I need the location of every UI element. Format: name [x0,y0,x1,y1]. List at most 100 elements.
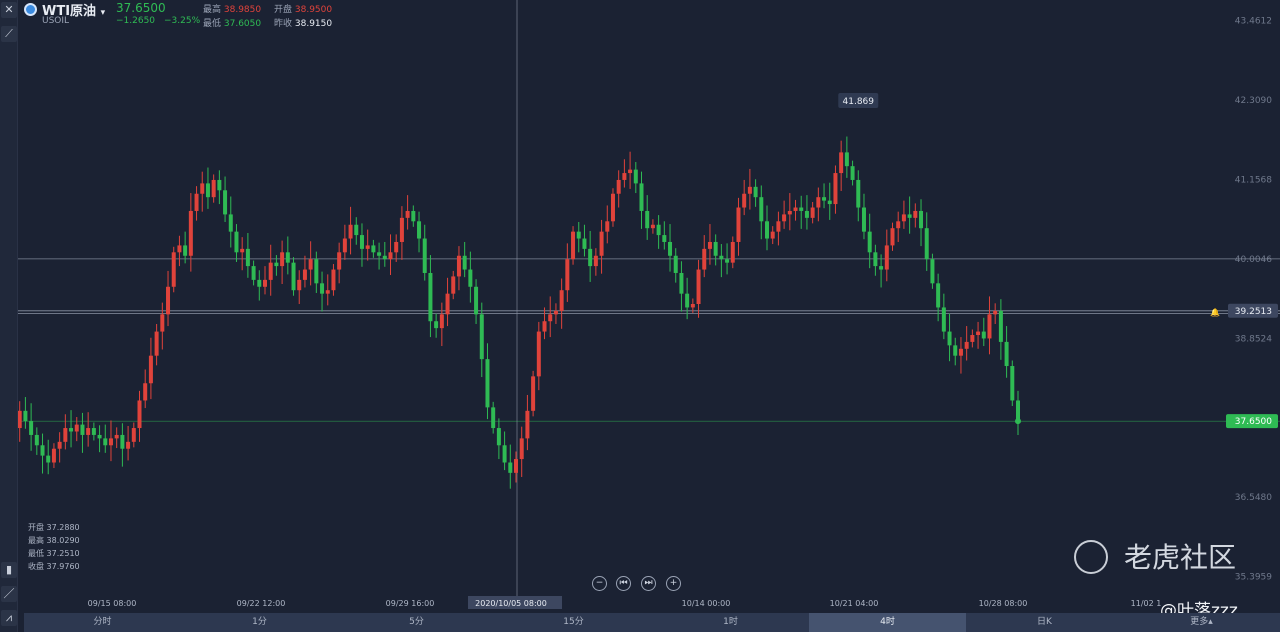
scroll-first-button[interactable]: ⏮ [616,576,631,591]
candle-body [650,224,655,229]
candle-body [759,197,764,222]
candle-body [822,197,827,201]
scroll-last-button[interactable]: ⏭ [641,576,656,591]
candle-body [382,255,387,260]
candle-body [531,376,536,411]
candle-body [120,434,125,449]
tab-timeframe[interactable]: 1分 [181,613,338,632]
candle-body [628,169,633,174]
candle-body [257,279,262,287]
candle-body [799,207,804,211]
candle-body [177,245,182,253]
candle-body [456,255,461,277]
candle-body [1010,366,1015,401]
candle-body [599,231,604,256]
candle-body [377,252,382,256]
candle-body [348,224,353,239]
dropdown-caret-icon[interactable]: ▾ [101,8,106,18]
candle-body [40,445,45,456]
candle-body [588,248,593,267]
pen-icon[interactable]: ／ [1,586,17,602]
candle-body [342,238,347,253]
close-icon[interactable]: ✕ [1,2,17,18]
indicator-icon[interactable]: ▮ [1,562,17,578]
candle-body [810,207,815,218]
candle-body [160,314,165,332]
tab-timeframe[interactable]: 分时 [24,613,181,632]
candle-body [553,310,558,315]
candle-body [958,348,963,356]
candle-body [251,266,256,280]
candle-body [713,241,718,256]
candle-body [970,335,975,342]
candle-body [913,210,918,218]
candle-body [108,438,113,446]
open-stat: 开盘 38.9500 [274,5,333,15]
candle-body [479,314,484,360]
candle-body [137,400,142,429]
candle-body [308,259,313,270]
candle-body [69,428,74,432]
candle-body [730,241,735,263]
candle-body [519,438,524,460]
zoom-out-button[interactable]: − [592,576,607,591]
candlestick-chart[interactable]: 43.4612 42.3090 41.1568 40.0046 38.8524 36.54… [0,0,1280,632]
candle-body [987,314,992,339]
candle-body [593,255,598,267]
candle-body [274,262,279,267]
candle-body [291,262,296,291]
candle-body [263,279,267,287]
candle-body [171,252,176,287]
candle-body [776,221,781,232]
candle-body [576,231,581,239]
watermark-brand: 老虎社区 [1124,541,1237,574]
y-tick-label: 36.5480 [1235,493,1272,503]
chart-type-icon[interactable]: ⩘ [1,610,17,626]
crosshair-x-label: 2020/10/05 08:00 [475,599,547,608]
tab-timeframe-more[interactable]: 更多▴ [1123,613,1280,632]
price-change: −1.2650 [116,16,156,26]
x-tick-label: 10/21 04:00 [830,599,879,608]
candle-body [839,152,844,174]
candle-body [725,259,730,263]
candle-body [114,434,119,439]
candle-body [422,238,427,273]
candle-body [302,269,307,280]
candle-body [126,441,131,449]
candle-body [964,341,969,349]
draw-line-icon[interactable]: ⟋ [1,26,17,42]
tab-timeframe[interactable]: 1时 [652,613,809,632]
crosshair-low: 最低 37.2510 [28,549,80,558]
candle-body [719,255,724,260]
candle-body [91,428,96,435]
candle-body [234,231,239,253]
candle-body [582,238,587,249]
candle-body [359,235,364,249]
candle-body [736,207,741,242]
tab-timeframe[interactable]: 5分 [338,613,495,632]
candle-body [131,428,136,442]
candle-body [536,331,541,377]
candle-body [542,321,547,332]
candle-body [325,290,330,294]
candle-body [793,207,798,211]
candle-body [268,262,273,280]
crosshair-close: 收盘 37.9760 [28,562,80,571]
candle-body [605,221,610,232]
tab-timeframe-active[interactable]: 4时 [809,613,966,632]
timeframe-tabs: 分时 1分 5分 15分 1时 4时 日K 更多▴ [24,613,1280,632]
candle-body [565,259,570,291]
candle-body [331,269,336,291]
tab-timeframe[interactable]: 日K [966,613,1123,632]
candle-body [337,252,342,270]
candle-body [468,269,473,287]
candle-body [747,186,752,194]
max-price-label: 41.869 [843,97,875,107]
left-toolbar: ✕ ⟋ ▮ ／ ⩘ [0,0,18,632]
zoom-in-button[interactable]: + [666,576,681,591]
x-tick-label: 09/15 08:00 [88,599,137,608]
tab-timeframe[interactable]: 15分 [495,613,652,632]
candle-body [833,173,838,205]
candle-body [633,169,638,184]
candle-body [496,428,501,446]
